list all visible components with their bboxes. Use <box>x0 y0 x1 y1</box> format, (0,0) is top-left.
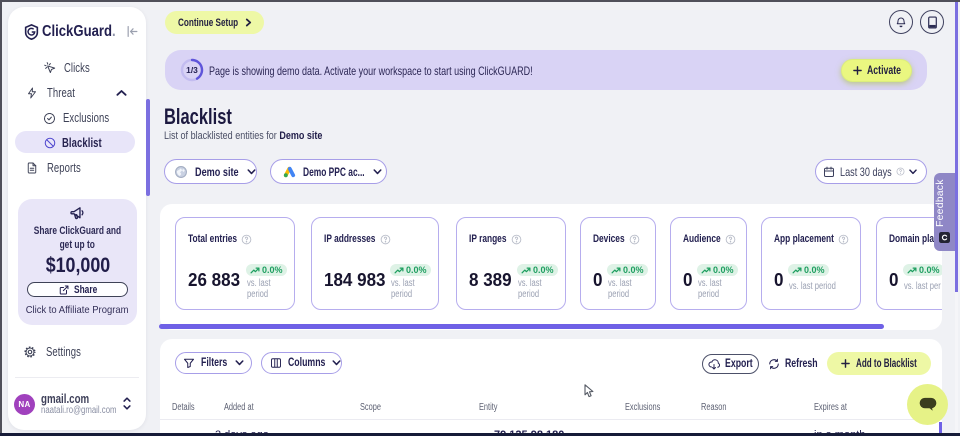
svg-text:1/3: 1/3 <box>186 65 198 75</box>
